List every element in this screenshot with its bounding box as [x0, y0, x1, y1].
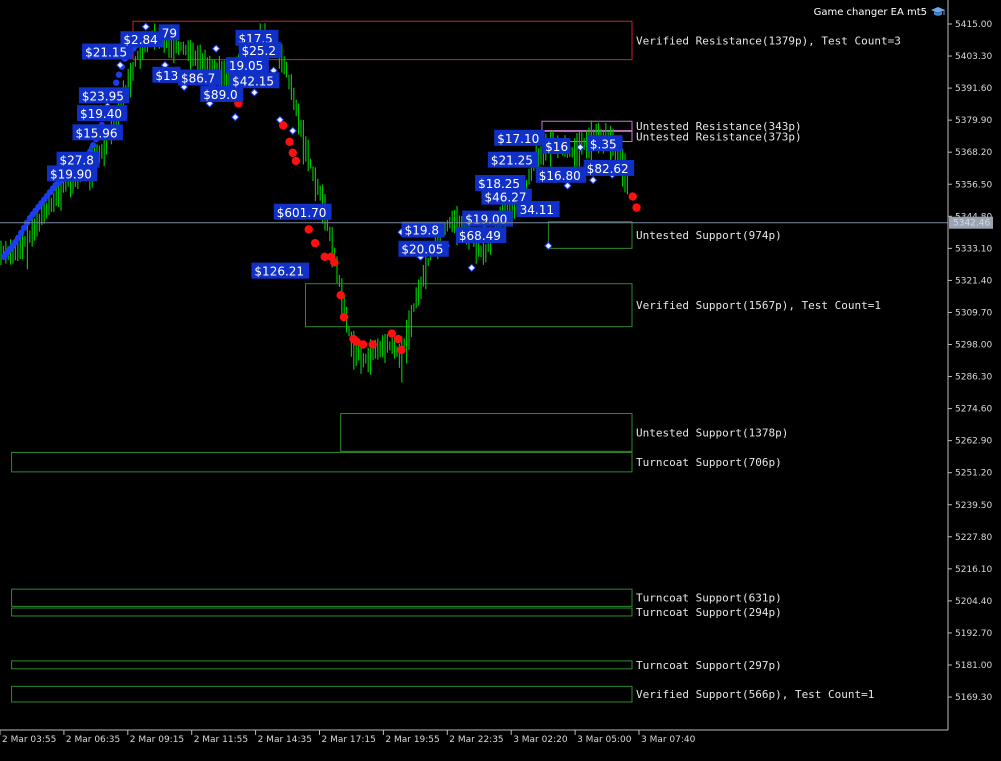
price-tick-label: 5298.00	[955, 341, 992, 351]
buy-marker	[115, 71, 123, 78]
time-tick-label: 2 Mar 22:35	[449, 735, 503, 745]
price-tick-label: 5403.30	[955, 52, 992, 62]
trade-label: $25.2	[242, 44, 276, 58]
sell-marker	[368, 340, 377, 349]
price-tick-label: 5216.10	[955, 565, 992, 575]
price-tick-label: 5239.50	[955, 501, 992, 511]
sell-marker	[304, 225, 313, 234]
price-tick-label: 5274.60	[955, 405, 992, 415]
zone-label: Verified Support(566p), Test Count=1	[636, 688, 874, 701]
buy-marker	[89, 142, 97, 149]
price-tick-label: 5368.20	[955, 148, 992, 158]
chart-background	[0, 0, 1001, 757]
time-tick-label: 2 Mar 14:35	[258, 735, 312, 745]
trade-label: $20.05	[401, 243, 443, 257]
sell-marker	[394, 334, 403, 344]
zone-label: Verified Resistance(1379p), Test Count=3	[636, 34, 901, 47]
sell-marker	[628, 192, 637, 201]
trade-label: $2.84	[123, 33, 157, 47]
price-tick-label: 5286.30	[955, 373, 992, 383]
price-tick-label: 5333.10	[955, 244, 992, 254]
zone-label: Untested Support(1378p)	[636, 426, 788, 439]
price-tick-label: 5356.50	[955, 180, 992, 190]
time-tick-label: 2 Mar 19:55	[385, 735, 439, 745]
sell-marker	[632, 203, 641, 212]
trade-label: $601.70	[277, 206, 327, 220]
zone-label: Turncoat Support(631p)	[636, 592, 782, 605]
time-tick-label: 2 Mar 17:15	[322, 735, 376, 745]
trade-label: $16.80	[539, 169, 581, 183]
trade-label: $19.90	[50, 167, 92, 181]
trade-label: $68.49	[459, 229, 501, 243]
trade-label: $13	[155, 69, 178, 83]
trade-label: $19.40	[80, 107, 122, 121]
price-chart[interactable]: Verified Resistance(1379p), Test Count=3…	[0, 0, 1001, 757]
trade-label: $.35	[590, 137, 617, 151]
zone-label: Verified Support(1567p), Test Count=1	[636, 299, 881, 312]
price-tick-label: 5227.80	[955, 533, 992, 543]
zone-label: Untested Resistance(373p)	[636, 130, 802, 143]
time-tick-label: 2 Mar 09:15	[130, 735, 184, 745]
trade-label: $21.15	[85, 46, 127, 60]
time-tick-label: 2 Mar 06:35	[66, 735, 120, 745]
zone-label: Turncoat Support(294p)	[636, 606, 782, 619]
trade-label: $86.7	[181, 72, 215, 86]
trade-label: 34.11	[520, 203, 554, 217]
trade-label: $126.21	[254, 265, 304, 279]
price-tick-label: 5262.90	[955, 437, 992, 447]
trade-label: $89.0	[203, 88, 237, 102]
time-tick-label: 3 Mar 02:20	[513, 735, 568, 745]
price-tick-label: 5391.60	[955, 84, 992, 94]
zone-label: Turncoat Support(297p)	[636, 659, 782, 672]
graduation-cap-icon[interactable]	[931, 6, 945, 18]
sell-marker	[339, 312, 349, 322]
time-tick-label: 2 Mar 11:55	[194, 735, 248, 745]
ea-name-label: Game changer EA mt5	[813, 7, 927, 18]
trade-label: $19.00	[465, 213, 507, 227]
price-tick-label: 5251.20	[955, 469, 992, 479]
price-tick-label: 5204.40	[955, 597, 992, 607]
chart-window[interactable]: Verified Resistance(1379p), Test Count=3…	[0, 0, 1001, 757]
sell-marker	[288, 148, 297, 157]
trade-label: $16	[545, 140, 568, 154]
sell-marker	[352, 337, 361, 346]
buy-marker	[112, 79, 120, 86]
trade-label: 19.05	[229, 59, 263, 73]
trade-label: $42.15	[232, 74, 274, 88]
sell-marker	[336, 290, 345, 300]
current-price-label: 5342.46	[953, 219, 990, 229]
price-tick-label: 5192.70	[955, 629, 992, 639]
price-tick-label: 5379.90	[955, 116, 992, 126]
price-tick-label: 5181.00	[955, 661, 992, 671]
zone-label: Turncoat Support(706p)	[636, 456, 782, 469]
sell-marker	[397, 345, 406, 355]
time-tick-label: 3 Mar 05:00	[577, 735, 632, 745]
time-tick-label: 3 Mar 07:40	[641, 735, 696, 745]
trade-label: $23.95	[82, 89, 124, 103]
price-tick-label: 5309.70	[955, 308, 992, 318]
sell-marker	[291, 156, 301, 166]
trade-label: $82.62	[587, 162, 629, 176]
price-tick-label: 5415.00	[955, 20, 992, 30]
sell-marker	[326, 252, 336, 262]
sell-marker	[278, 121, 288, 130]
zone-label: Untested Support(974p)	[636, 229, 782, 242]
price-tick-label: 5169.30	[955, 693, 992, 703]
price-tick-label: 5321.40	[955, 276, 992, 286]
sell-marker	[387, 329, 397, 338]
trade-label: $19.8	[405, 224, 439, 238]
sell-marker	[285, 137, 294, 146]
trade-label: $17.10	[497, 132, 539, 146]
trade-label: $15.96	[76, 126, 118, 140]
trade-label: $21.25	[491, 154, 533, 168]
sell-marker	[310, 238, 320, 248]
trade-label: 79	[162, 26, 177, 40]
time-tick-label: 2 Mar 03:55	[2, 735, 56, 745]
